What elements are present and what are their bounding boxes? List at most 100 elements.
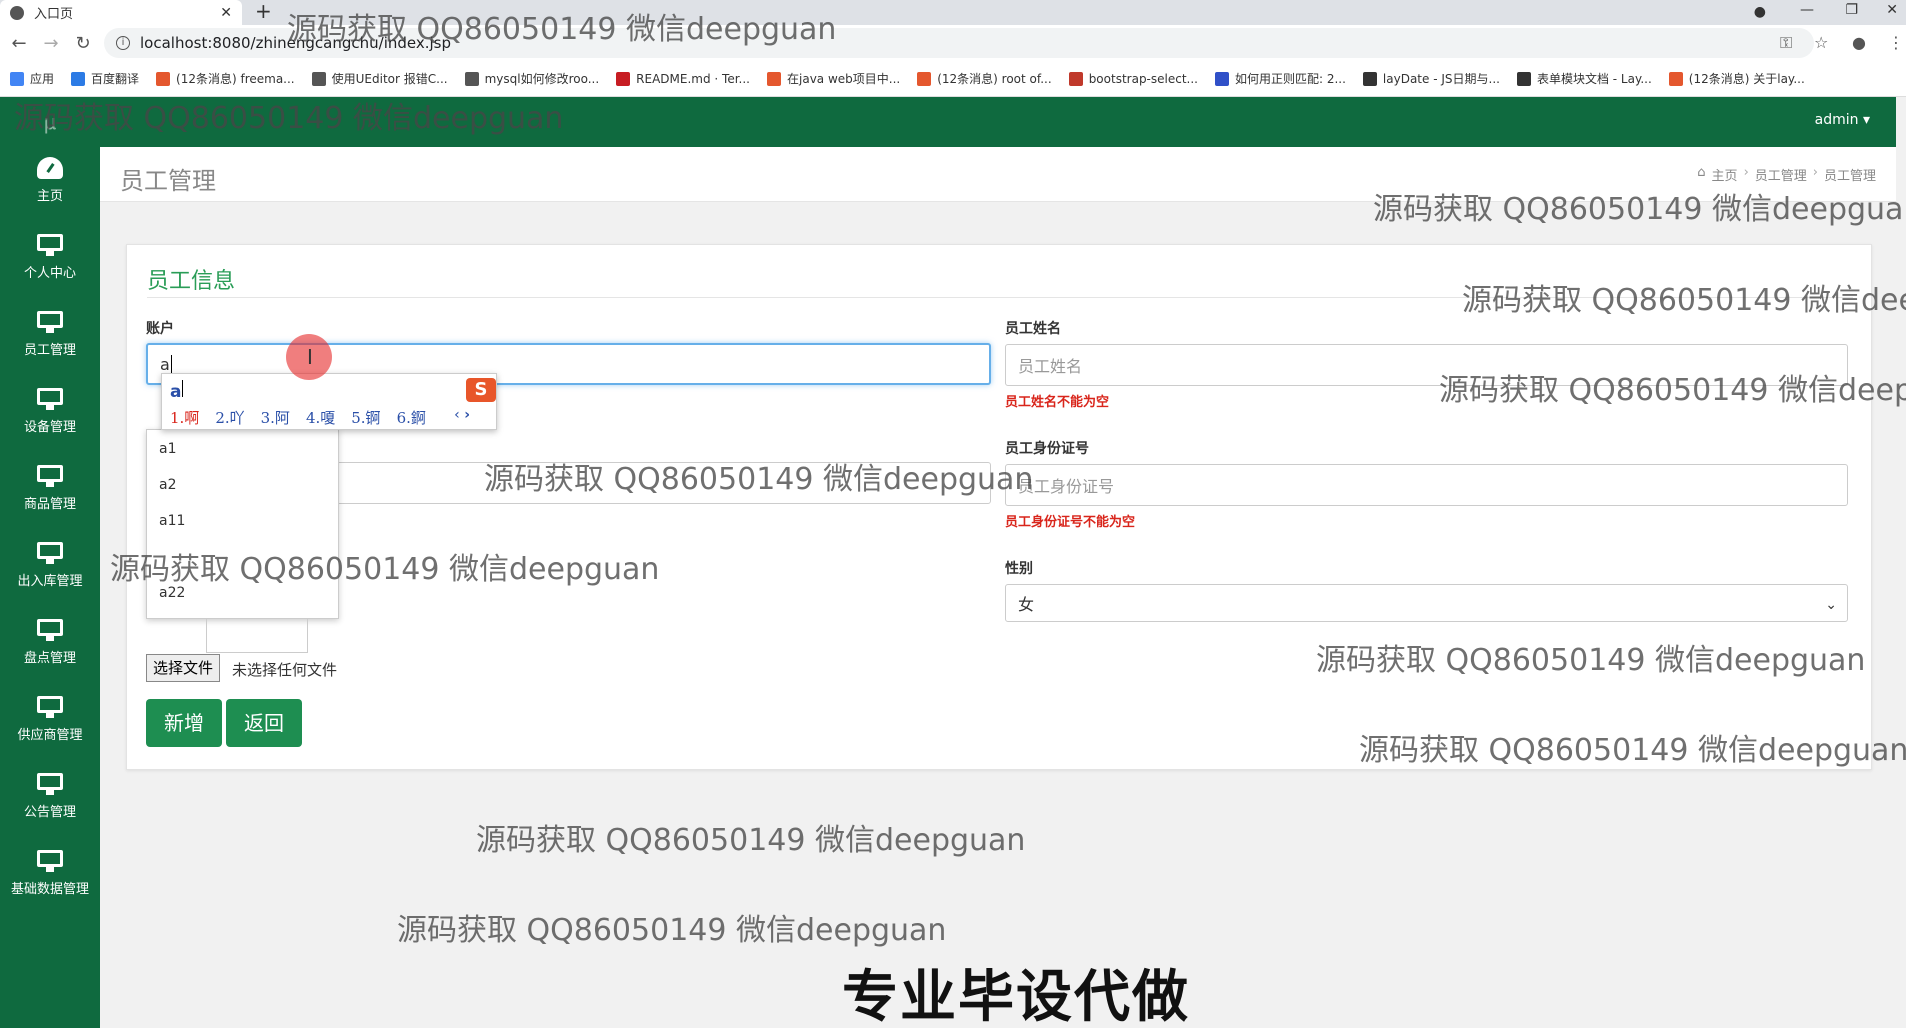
star-icon[interactable]: ☆ xyxy=(1814,33,1828,52)
watermark: 源码获取 QQ86050149 微信deepguan xyxy=(1373,192,1906,227)
browser-tab[interactable]: 入口页 ✕ xyxy=(0,0,242,25)
ime-composition: a xyxy=(170,380,184,402)
bookmark-favicon-icon xyxy=(1668,71,1683,86)
bookmark-item[interactable]: README.md · Ter... xyxy=(616,71,750,86)
breadcrumb-home[interactable]: 主页 xyxy=(1712,165,1738,184)
bookmark-favicon-icon xyxy=(1214,71,1229,86)
sidebar-item-label: 主页 xyxy=(36,189,63,204)
ime-candidate[interactable]: 1.啊 xyxy=(170,407,199,428)
bookmark-item[interactable]: (12条消息) freema... xyxy=(156,70,295,87)
bookmark-item[interactable]: (12条消息) root of... xyxy=(917,70,1052,87)
ime-candidate[interactable]: 6.錒 xyxy=(397,407,426,428)
watermark: 源码获取 QQ86050149 微信deepguan xyxy=(397,913,947,948)
page-scrollbar[interactable] xyxy=(1896,97,1906,1028)
bookmark-item[interactable]: mysql如何修改roo... xyxy=(464,70,600,87)
sidebar-item[interactable]: 个人中心 xyxy=(0,234,100,281)
forward-icon[interactable]: → xyxy=(38,33,64,54)
menu-icon[interactable]: ⋮ xyxy=(1888,33,1904,52)
idcard-input[interactable]: 员工身份证号 xyxy=(1005,464,1848,506)
breadcrumb-separator: › xyxy=(1812,165,1818,180)
profile-dropdown-icon[interactable]: ● xyxy=(1754,2,1766,22)
promo-banner: 专业毕设代做 xyxy=(842,965,1190,1028)
sidebar-item[interactable]: 供应商管理 xyxy=(0,696,100,743)
sidebar-item[interactable]: 公告管理 xyxy=(0,773,100,820)
bookmark-favicon-icon xyxy=(10,71,24,86)
bookmark-item[interactable]: 应用 xyxy=(10,70,54,87)
autocomplete-item[interactable]: a11 xyxy=(159,513,185,529)
bookmark-label: 百度翻译 xyxy=(91,72,140,86)
back-icon[interactable]: ← xyxy=(6,33,32,54)
sidebar-item[interactable]: 员工管理 xyxy=(0,311,100,358)
user-menu[interactable]: admin ▾ xyxy=(1815,112,1870,128)
restore-icon[interactable]: ❐ xyxy=(1845,0,1858,20)
ime-candidate[interactable]: 3.阿 xyxy=(261,407,290,428)
sidebar-item[interactable]: 商品管理 xyxy=(0,465,100,512)
reload-icon[interactable]: ↻ xyxy=(70,33,96,54)
new-tab-button[interactable]: + xyxy=(255,0,272,22)
bookmark-label: 在java web项目中... xyxy=(787,72,901,86)
bookmark-label: layDate - JS日期与... xyxy=(1382,72,1500,86)
breadcrumb-current: 员工管理 xyxy=(1823,169,1876,184)
idcard-error: 员工身份证号不能为空 xyxy=(1005,515,1136,530)
avatar-icon[interactable]: ● xyxy=(1852,33,1866,52)
bookmark-item[interactable]: layDate - JS日期与... xyxy=(1362,70,1500,87)
window-close-icon[interactable]: ✕ xyxy=(1886,0,1898,20)
autocomplete-item[interactable]: a1 xyxy=(159,441,177,457)
file-status: 未选择任何文件 xyxy=(232,661,338,679)
name-label: 员工姓名 xyxy=(1005,321,1061,337)
bookmark-item[interactable]: 表单模块文档 - Lay... xyxy=(1516,70,1652,87)
watermark: 源码获取 QQ86050149 微信deepguan xyxy=(110,552,660,587)
sidebar-item[interactable]: 基础数据管理 xyxy=(0,850,100,897)
bookmark-item[interactable]: 如何用正则匹配: 2... xyxy=(1214,70,1346,87)
bookmark-favicon-icon xyxy=(1068,71,1083,86)
sogou-logo-icon: S xyxy=(466,378,496,402)
bookmark-item[interactable]: 使用UEditor 报错C... xyxy=(311,70,448,87)
ime-candidate[interactable]: 2.吖 xyxy=(215,407,244,428)
bookmark-label: mysql如何修改roo... xyxy=(484,72,600,86)
monitor-icon xyxy=(37,542,63,564)
sidebar-item[interactable]: 出入库管理 xyxy=(0,542,100,589)
gender-label: 性别 xyxy=(1005,561,1033,577)
panel-title: 员工信息 xyxy=(147,269,236,294)
breadcrumb-section[interactable]: 员工管理 xyxy=(1755,165,1807,184)
bookmark-label: 应用 xyxy=(30,72,55,86)
ime-candidate[interactable]: 4.嗄 xyxy=(306,407,335,428)
bookmark-label: (12条消息) root of... xyxy=(937,72,1052,86)
watermark: 源码获取 QQ86050149 微信deepguan xyxy=(287,12,837,47)
bookmark-item[interactable]: 在java web项目中... xyxy=(767,70,900,87)
bookmark-item[interactable]: (12条消息) 关于lay... xyxy=(1668,70,1805,87)
back-button[interactable]: 返回 xyxy=(226,699,302,747)
globe-icon xyxy=(10,5,24,20)
bookmark-item[interactable]: 百度翻译 xyxy=(71,70,139,87)
monitor-icon xyxy=(37,696,63,718)
bookmark-favicon-icon xyxy=(311,71,326,86)
bookmark-favicon-icon xyxy=(616,71,631,86)
autocomplete-item[interactable]: a2 xyxy=(159,477,177,493)
dashboard-icon xyxy=(37,157,63,179)
monitor-icon xyxy=(37,311,63,333)
ime-page-nav-icon[interactable]: ‹ › xyxy=(454,407,470,423)
sidebar-item[interactable]: 盘点管理 xyxy=(0,619,100,666)
minimize-icon[interactable]: — xyxy=(1800,0,1814,20)
ime-candidates: 1.啊 2.吖 3.阿 4.嗄 5.锕 6.錒 xyxy=(170,407,426,428)
sidebar-item-label: 员工管理 xyxy=(23,343,76,358)
watermark: 源码获取 QQ86050149 微信deepguan xyxy=(1462,283,1906,318)
add-button[interactable]: 新增 xyxy=(146,699,222,747)
gender-select[interactable]: 女 ⌄ xyxy=(1005,584,1848,622)
key-icon[interactable]: ⚿ xyxy=(1780,33,1792,53)
watermark: 源码获取 QQ86050149 微信deepguan xyxy=(476,823,1026,858)
name-error: 员工姓名不能为空 xyxy=(1005,395,1110,410)
sidebar-item-label: 供应商管理 xyxy=(17,728,83,743)
site-info-icon[interactable]: i xyxy=(116,36,130,50)
sidebar-item[interactable]: 设备管理 xyxy=(0,388,100,435)
browser-tabstrip: 入口页 ✕ + ● — ❐ ✕ xyxy=(0,0,1906,25)
ime-candidate[interactable]: 5.锕 xyxy=(351,407,380,428)
bookmark-label: 如何用正则匹配: 2... xyxy=(1234,72,1346,86)
sidebar-item[interactable]: 主页 xyxy=(0,157,100,204)
tab-close-icon[interactable]: ✕ xyxy=(220,5,232,21)
choose-file-button[interactable]: 选择文件 xyxy=(146,654,221,682)
monitor-icon xyxy=(37,234,63,256)
account-label: 账户 xyxy=(146,321,174,337)
text-cursor-icon: I xyxy=(307,345,313,369)
bookmark-item[interactable]: bootstrap-select... xyxy=(1068,71,1198,86)
